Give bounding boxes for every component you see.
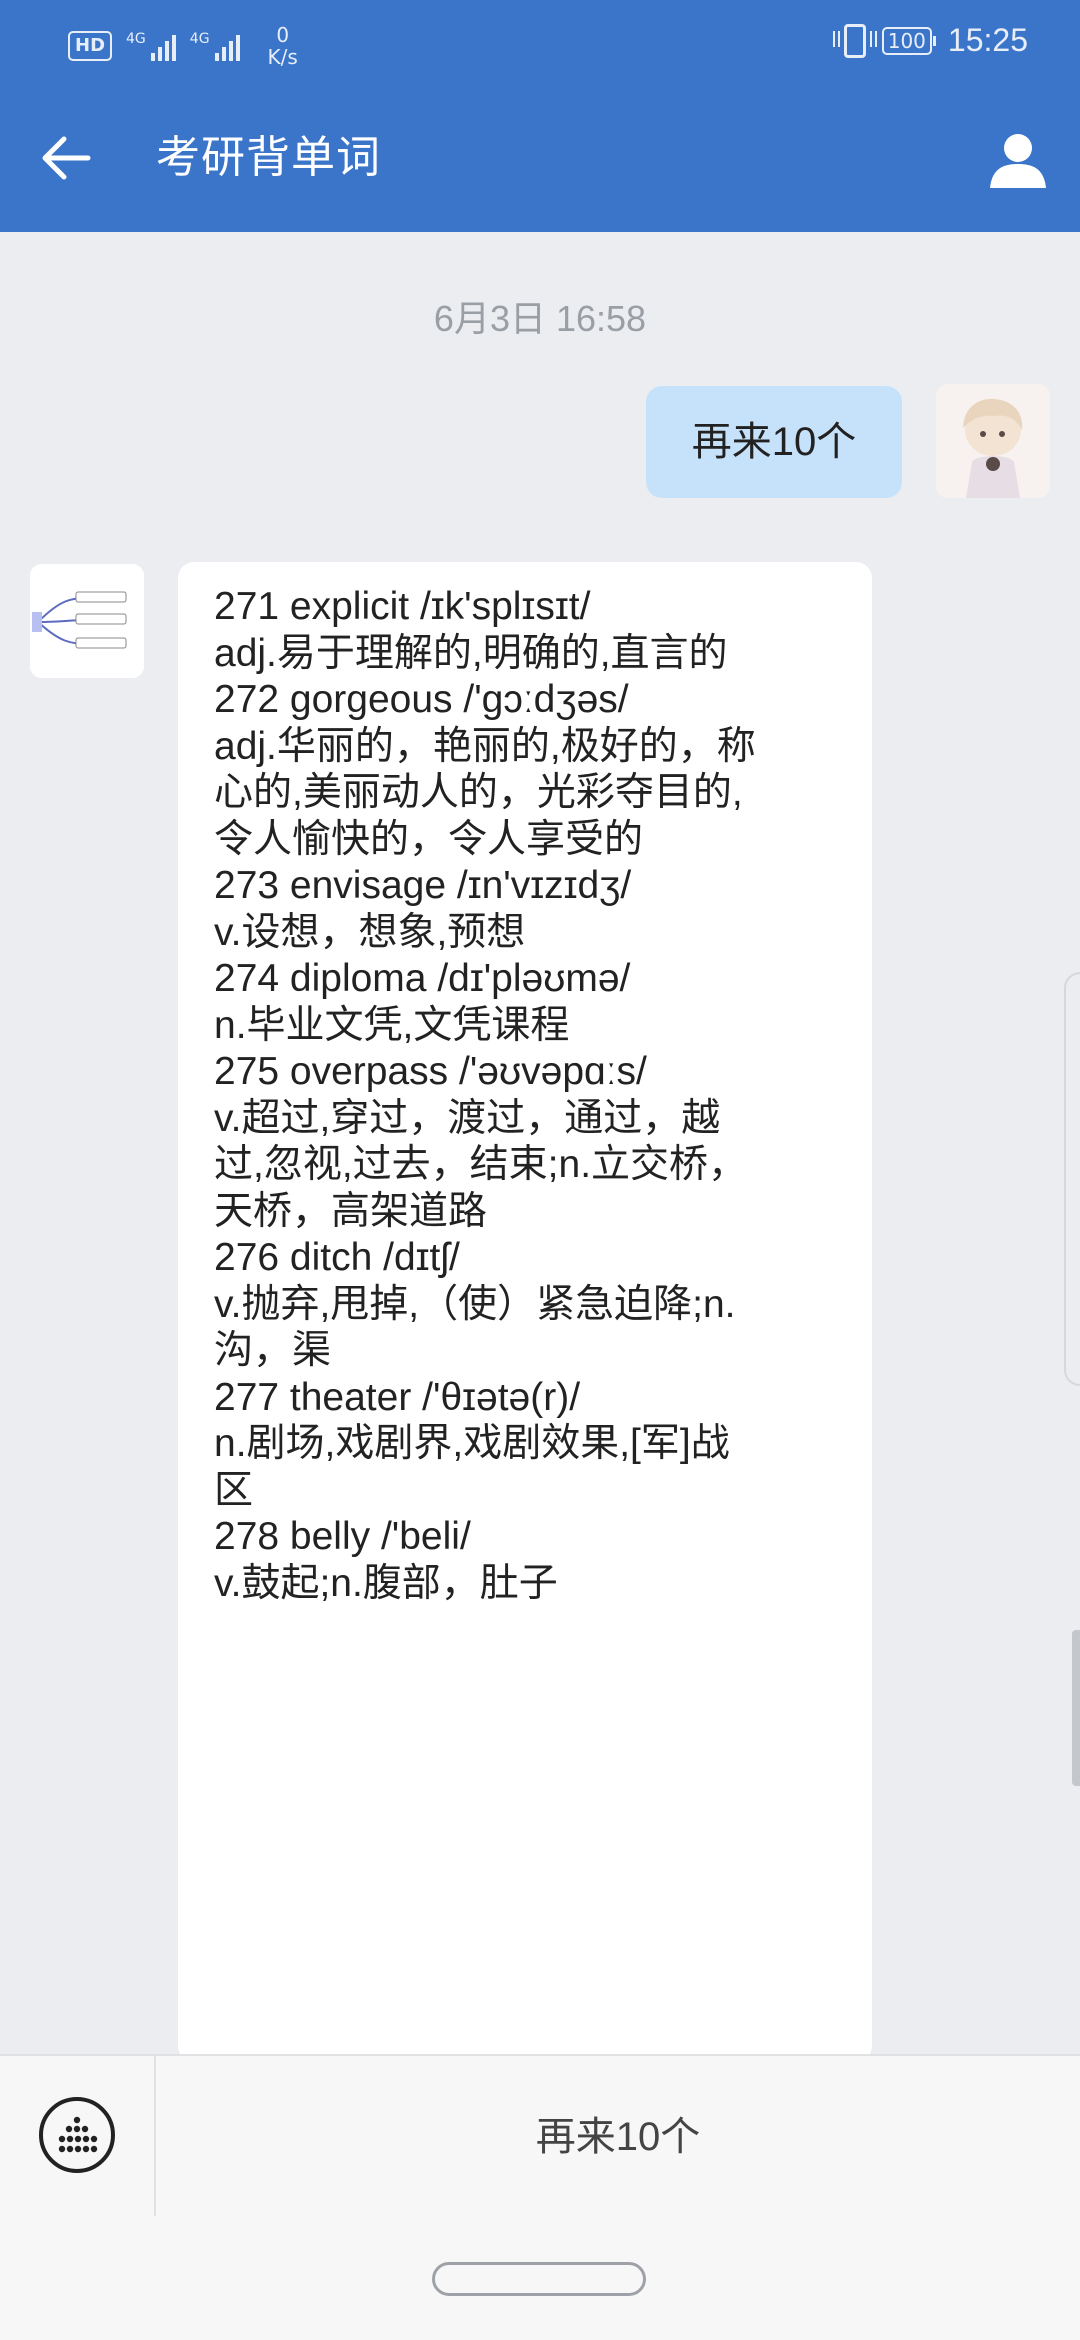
battery-icon: 100 — [881, 26, 937, 55]
word-entry-line: v.超过,穿过，渡过，通过，越 — [214, 1096, 721, 1140]
net-speed: 0 K/s — [268, 24, 298, 68]
word-entry-line: 271 explicit /ɪk'splɪsɪt/ — [214, 585, 591, 628]
bot-avatar[interactable] — [30, 564, 144, 678]
word-entry-line: 272 gorgeous /'gɔːdʒəs/ — [214, 678, 629, 721]
word-entry-line: 273 envisage /ɪn'vɪzɪdʒ/ — [214, 864, 632, 907]
net-speed-unit: K/s — [267, 45, 298, 69]
user-avatar[interactable] — [936, 384, 1050, 498]
status-time: 15:25 — [947, 22, 1028, 58]
arrow-left-icon[interactable] — [38, 130, 94, 186]
word-entry-line: adj.易于理解的,明确的,直言的 — [214, 631, 728, 675]
status-bar: HD 4G 4G 0 K/s 100 15:25 — [0, 0, 1080, 88]
vibrate-icon — [832, 23, 877, 58]
dots-grid-icon[interactable] — [38, 2096, 116, 2174]
word-entry-line: 沟，渠 — [214, 1329, 332, 1372]
bottom-bar: 再来10个 — [0, 2054, 1080, 2218]
word-entry-line: 天桥，高架道路 — [214, 1189, 488, 1233]
system-nav-bar — [0, 2216, 1080, 2340]
word-entry-line: n.毕业文凭,文凭课程 — [214, 1003, 570, 1047]
person-icon[interactable] — [986, 128, 1050, 192]
word-entry-line: 过,忽视,过去，结束;n.立交桥， — [214, 1143, 748, 1186]
word-entry-line: 278 belly /'beli/ — [214, 1515, 471, 1558]
user-message-bubble[interactable]: 再来10个 — [646, 386, 902, 498]
bot-message-bubble[interactable]: 271 explicit /ɪk'splɪsɪt/ adj.易于理解的,明确的,… — [178, 562, 872, 2062]
home-gesture-bar[interactable] — [432, 2262, 646, 2296]
scrollbar[interactable] — [1072, 1630, 1080, 1786]
side-edge-handle[interactable] — [1064, 972, 1080, 1386]
page-title: 考研背单词 — [156, 132, 381, 183]
sim2-label: 4G — [189, 31, 210, 47]
word-entry-line: 274 diploma /dɪ'pləʊmə/ — [214, 957, 631, 1000]
mindmap-icon — [30, 564, 144, 678]
word-entry-line: v.鼓起;n.腹部，肚子 — [214, 1561, 558, 1605]
word-entry-line: 心的,美丽动人的，光彩夺目的, — [214, 771, 743, 814]
word-entry-line: 令人愉快的，令人享受的 — [214, 817, 644, 861]
user-avatar-image — [936, 384, 1050, 498]
word-entry-line: n.剧场,戏剧界,戏剧效果,[军]战 — [214, 1422, 730, 1465]
word-entry-line: v.抛弃,甩掉,（使）紧急迫降;n. — [214, 1282, 736, 1326]
signal-icon-2: 4G — [190, 31, 240, 61]
word-entry-line: v.设想，想象,预想 — [214, 910, 526, 954]
quick-reply-button[interactable]: 再来10个 — [156, 2056, 1080, 2218]
word-entry-line: 区 — [214, 1468, 254, 1512]
word-entry-line: 276 ditch /dɪtʃ/ — [214, 1236, 460, 1279]
app-header: HD 4G 4G 0 K/s 100 15:25 考研背单词 — [0, 0, 1080, 232]
word-entry-line: 275 overpass /'əʊvəpɑːs/ — [214, 1050, 647, 1093]
signal-icon: 4G — [126, 31, 176, 61]
hd-indicator: HD — [68, 31, 113, 61]
sim1-label: 4G — [126, 31, 146, 47]
word-entry-line: 277 theater /'θɪətə(r)/ — [214, 1375, 581, 1419]
net-speed-value: 0 — [276, 23, 290, 47]
word-entry-line: adj.华丽的，艳丽的,极好的，称 — [214, 724, 756, 768]
message-timestamp: 6月3日 16:58 — [433, 298, 647, 339]
